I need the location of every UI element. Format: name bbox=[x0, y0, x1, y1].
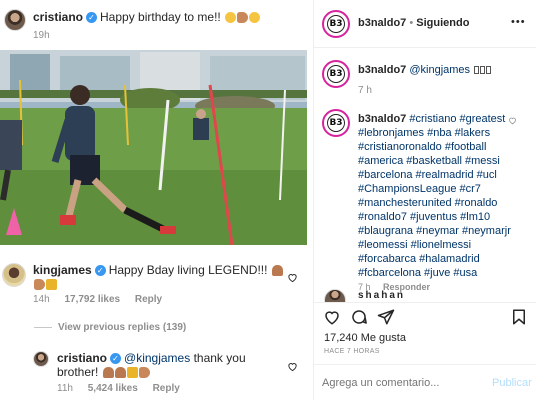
comment-input[interactable] bbox=[322, 374, 482, 392]
share-icon[interactable] bbox=[377, 308, 395, 326]
comment-2-line2: brother! bbox=[57, 365, 150, 379]
hashtag-line[interactable]: #ChampionsLeague #cr7 bbox=[358, 182, 481, 196]
b3naldo7-hashtag-avatar[interactable]: B3 bbox=[322, 109, 350, 137]
bookmark-icon[interactable] bbox=[510, 308, 528, 326]
comment-2-mention[interactable]: @kingjames bbox=[124, 351, 190, 365]
hashtag-line[interactable]: #manchesterunited #ronaldo bbox=[358, 196, 497, 210]
b3naldo7-avatar[interactable]: B3 bbox=[322, 10, 350, 38]
post-age: HACE 7 HORAS bbox=[324, 348, 380, 355]
actions-divider bbox=[314, 302, 536, 303]
crown-emoji-icon bbox=[46, 279, 57, 291]
likes-count[interactable]: 17,240 Me gusta bbox=[324, 332, 406, 344]
kingjames-avatar[interactable] bbox=[2, 263, 26, 287]
placeholder-glyph-icon bbox=[486, 66, 492, 75]
right-post-panel: B3 b3naldo7 • Siguiendo ••• B3 b3naldo7 … bbox=[313, 0, 536, 400]
verified-icon: ✓ bbox=[94, 265, 106, 277]
comment-2-time: 11h bbox=[57, 383, 73, 394]
view-replies-link[interactable]: View previous replies (139) bbox=[34, 322, 186, 333]
comment-2-text2: brother! bbox=[57, 365, 99, 379]
hashtag-line[interactable]: #america #basketball #messi bbox=[358, 154, 500, 168]
comment-1-user[interactable]: kingjames bbox=[33, 263, 92, 277]
header-username[interactable]: b3naldo7 bbox=[358, 17, 406, 29]
hashtag-line[interactable]: #ronaldo7 #juventus #lm10 bbox=[358, 210, 490, 224]
heart-icon[interactable] bbox=[287, 361, 298, 372]
post-header: b3naldo7 • Siguiendo bbox=[358, 17, 469, 29]
shahan-avatar[interactable] bbox=[324, 289, 346, 303]
b3naldo7-comment-avatar[interactable]: B3 bbox=[322, 60, 350, 88]
left-feed-panel: cristiano ✓ Happy birthday to me!! 19h k… bbox=[0, 0, 313, 400]
heart-icon[interactable] bbox=[508, 116, 517, 125]
placeholder-glyph-icon bbox=[480, 66, 486, 75]
more-icon[interactable]: ••• bbox=[511, 16, 526, 28]
b3-logo: B3 bbox=[326, 64, 346, 84]
pray-emoji-icon bbox=[271, 265, 283, 277]
hashtag-line[interactable]: #leomessi #lionelmessi bbox=[358, 238, 471, 252]
hashtag-line[interactable]: #barcelona #realmadrid #ucl bbox=[358, 168, 497, 182]
hashtag-line[interactable]: #lebronjames #nba #lakers bbox=[358, 126, 490, 140]
view-replies-label[interactable]: View previous replies (139) bbox=[58, 322, 186, 333]
second-comment-user[interactable]: b3naldo7 bbox=[358, 113, 406, 125]
comment-2-row: cristiano ✓ @kingjames thank you bbox=[57, 351, 246, 365]
comment-1-emojis bbox=[33, 277, 57, 291]
cristiano-reply-avatar[interactable] bbox=[33, 351, 49, 367]
comment-icon[interactable] bbox=[350, 308, 368, 326]
hashtag-line[interactable]: #fcbarcelona #juve #usa bbox=[358, 266, 477, 280]
hashtag-line[interactable]: #cristianoronaldo #football bbox=[358, 140, 486, 154]
pray-emoji-icon bbox=[114, 367, 126, 379]
header-divider bbox=[314, 47, 536, 48]
comment-1-reply[interactable]: Reply bbox=[135, 294, 162, 305]
first-comment: b3naldo7 @kingjames bbox=[358, 64, 492, 76]
pray-emoji-icon bbox=[102, 367, 114, 379]
hashtag-line-1: b3naldo7 #cristiano #greatest bbox=[358, 112, 505, 126]
header-separator: • bbox=[409, 17, 414, 29]
placeholder-glyph-icon bbox=[474, 66, 480, 75]
first-comment-mention[interactable]: @kingjames bbox=[409, 64, 470, 76]
b3-logo: B3 bbox=[326, 14, 346, 34]
hashtag-line[interactable]: #blaugrana #neymar #neymarjr bbox=[358, 224, 511, 238]
first-comment-time: 7 h bbox=[358, 85, 372, 96]
post-caption: Happy birthday to me!! bbox=[100, 10, 221, 24]
crown-emoji-icon bbox=[126, 367, 138, 379]
replies-divider bbox=[34, 326, 52, 328]
comment-1-time: 14h bbox=[33, 294, 50, 305]
post-caption-row: cristiano ✓ Happy birthday to me!! bbox=[33, 10, 261, 24]
comment-2-reply[interactable]: Reply bbox=[153, 383, 180, 394]
b3-logo: B3 bbox=[326, 113, 346, 133]
comment-2-user[interactable]: cristiano bbox=[57, 351, 107, 365]
comment-1-row: kingjames ✓ Happy Bday living LEGEND!!! bbox=[33, 263, 283, 277]
comment-1-text: Happy Bday living LEGEND!!! bbox=[108, 263, 268, 277]
post-photo bbox=[0, 50, 307, 245]
comment-2-text: thank you bbox=[193, 351, 246, 365]
training-pitch-image bbox=[0, 50, 307, 245]
tongue-emoji-icon bbox=[249, 12, 261, 24]
verified-icon: ✓ bbox=[110, 353, 122, 365]
input-divider bbox=[314, 364, 536, 365]
flex-emoji-icon bbox=[138, 367, 150, 379]
grin-emoji-icon bbox=[225, 12, 237, 24]
follow-status[interactable]: Siguiendo bbox=[416, 17, 469, 29]
flex-emoji-icon bbox=[34, 279, 45, 291]
hashtags-first[interactable]: #cristiano #greatest bbox=[409, 113, 505, 125]
partial-username[interactable]: shahan bbox=[358, 290, 405, 301]
hashtag-line[interactable]: #forcabarca #halamadrid bbox=[358, 252, 480, 266]
heart-icon[interactable] bbox=[287, 272, 298, 283]
verified-icon: ✓ bbox=[86, 12, 98, 24]
heart-icon[interactable] bbox=[323, 308, 341, 326]
flex-emoji-icon bbox=[237, 12, 249, 24]
comment-1-likes[interactable]: 17,792 likes bbox=[64, 294, 120, 305]
comment-2-likes[interactable]: 5,424 likes bbox=[88, 383, 138, 394]
publish-button[interactable]: Publicar bbox=[492, 377, 532, 389]
post-time: 19h bbox=[33, 30, 50, 41]
first-comment-user[interactable]: b3naldo7 bbox=[358, 64, 406, 76]
cristiano-avatar[interactable] bbox=[4, 9, 26, 31]
comment-2-meta: 11h 5,424 likes Reply bbox=[57, 383, 180, 394]
post-author[interactable]: cristiano bbox=[33, 10, 83, 24]
comment-1-meta: 14h 17,792 likes Reply bbox=[33, 294, 162, 305]
